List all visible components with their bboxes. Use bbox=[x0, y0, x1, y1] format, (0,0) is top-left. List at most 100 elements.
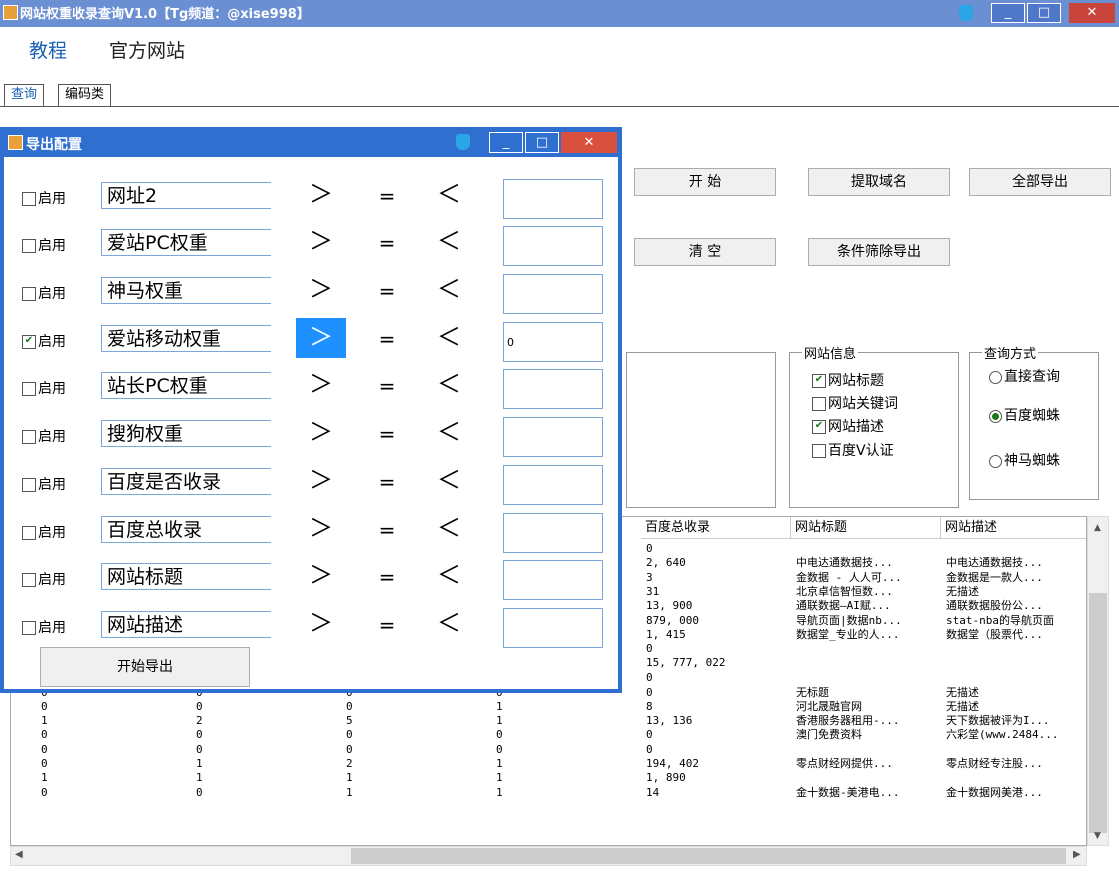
direct-query-radio[interactable]: 直接查询 bbox=[989, 366, 1060, 386]
equals-option[interactable]: = bbox=[377, 327, 397, 351]
table-row[interactable]: 0 0 1 1 14 金十数据-美港电... 金十数据网美港... bbox=[11, 786, 1086, 800]
greater-than-option[interactable]: ＞ bbox=[296, 175, 346, 215]
dialog-skin-icon[interactable] bbox=[456, 134, 470, 150]
domain-input-area[interactable] bbox=[626, 352, 776, 508]
filter-value-input[interactable]: 0 bbox=[503, 322, 603, 362]
less-than-option[interactable]: ＜ bbox=[424, 365, 474, 405]
scroll-up-icon[interactable]: ▲ bbox=[1094, 523, 1101, 533]
less-than-option[interactable]: ＜ bbox=[424, 222, 474, 262]
filter-value-input[interactable] bbox=[503, 560, 603, 600]
equals-option[interactable]: = bbox=[377, 518, 397, 542]
less-than-option[interactable]: ＜ bbox=[424, 509, 474, 549]
tab-query[interactable]: 查询 bbox=[4, 84, 45, 106]
dialog-minimize-button[interactable]: _ bbox=[489, 132, 523, 153]
col-header[interactable]: 网站描述 bbox=[941, 517, 1086, 539]
equals-option[interactable]: = bbox=[377, 231, 397, 255]
vertical-scrollbar[interactable]: ▲ ▼ bbox=[1087, 516, 1109, 846]
shenma-spider-radio[interactable]: 神马蜘蛛 bbox=[989, 450, 1060, 470]
table-row[interactable]: 0 1 2 1 194, 402 零点财经网提供... 零点财经专注股... bbox=[11, 757, 1086, 771]
table-cell: 0 bbox=[196, 699, 203, 713]
filter-value-input[interactable] bbox=[503, 274, 603, 314]
filter-enable-checkbox[interactable]: 启用 bbox=[22, 426, 66, 446]
table-cell: 8 bbox=[646, 699, 653, 713]
col-header[interactable]: 百度总收录 bbox=[641, 517, 791, 539]
greater-than-option[interactable]: ＞ bbox=[296, 509, 346, 549]
equals-option[interactable]: = bbox=[377, 279, 397, 303]
window-title: 网站权重收录查询V1.0【Tg频道：@xise998】 bbox=[20, 7, 310, 22]
filter-enable-checkbox[interactable]: 启用 bbox=[22, 522, 66, 542]
filter-enable-checkbox[interactable]: 启用 bbox=[22, 188, 66, 208]
maximize-button[interactable]: □ bbox=[1027, 3, 1061, 23]
greater-than-option[interactable]: ＞ bbox=[296, 413, 346, 453]
less-than-option[interactable]: ＜ bbox=[424, 413, 474, 453]
filter-value-input[interactable] bbox=[503, 226, 603, 266]
greater-than-option[interactable]: ＞ bbox=[296, 604, 346, 644]
filter-value-input[interactable] bbox=[503, 513, 603, 553]
filter-value-input[interactable] bbox=[503, 608, 603, 648]
skin-icon[interactable] bbox=[959, 5, 973, 21]
less-than-option[interactable]: ＜ bbox=[424, 461, 474, 501]
dialog-close-button[interactable]: ✕ bbox=[561, 132, 617, 153]
table-row[interactable]: 1 2 5 1 13, 136 香港服务器租用-... 天下数据被评为I... bbox=[11, 714, 1086, 728]
greater-than-option[interactable]: ＞ bbox=[296, 270, 346, 310]
col-header[interactable]: 网站标题 bbox=[791, 517, 941, 539]
menu-official-site[interactable]: 官方网站 bbox=[109, 36, 185, 63]
greater-than-option[interactable]: ＞ bbox=[296, 461, 346, 501]
equals-option[interactable]: = bbox=[377, 184, 397, 208]
scroll-thumb[interactable] bbox=[1089, 593, 1107, 833]
table-row[interactable]: 0 0 0 1 8 河北晟融官网 无描述 bbox=[11, 699, 1086, 714]
greater-than-option[interactable]: ＞ bbox=[296, 556, 346, 596]
baidu-v-checkbox[interactable]: 百度V认证 bbox=[812, 440, 894, 460]
filter-enable-checkbox[interactable]: 启用 bbox=[22, 235, 66, 255]
site-title-checkbox[interactable]: ✔ 网站标题 bbox=[812, 370, 884, 390]
table-row[interactable]: 0 0 0 0 0 bbox=[11, 743, 1086, 757]
tab-encoding[interactable]: 编码类 bbox=[58, 84, 112, 106]
filter-export-button[interactable]: 条件筛除导出 bbox=[808, 238, 950, 266]
table-row[interactable]: 0 0 0 0 0 澳门免费资料 六彩堂(www.2484... bbox=[11, 728, 1086, 742]
filter-value-input[interactable] bbox=[503, 179, 603, 219]
filter-enable-checkbox[interactable]: 启用 bbox=[22, 617, 66, 637]
greater-than-option[interactable]: ＞ bbox=[296, 365, 346, 405]
greater-than-option[interactable]: ＞ bbox=[296, 222, 346, 262]
start-button[interactable]: 开 始 bbox=[634, 168, 776, 196]
table-cell: 0 bbox=[41, 699, 48, 713]
menu-tutorial[interactable]: 教程 bbox=[29, 36, 67, 63]
filter-enable-checkbox[interactable]: 启用 bbox=[22, 283, 66, 303]
equals-option[interactable]: = bbox=[377, 422, 397, 446]
dialog-maximize-button[interactable]: □ bbox=[525, 132, 559, 153]
equals-option[interactable]: = bbox=[377, 470, 397, 494]
filter-enable-checkbox[interactable]: 启用 bbox=[22, 378, 66, 398]
table-row[interactable]: 1 1 1 1 1, 890 bbox=[11, 771, 1086, 785]
minimize-button[interactable]: _ bbox=[991, 3, 1025, 23]
filter-enable-checkbox[interactable]: 启用 bbox=[22, 569, 66, 589]
close-button[interactable]: ✕ bbox=[1069, 3, 1115, 23]
less-than-option[interactable]: ＜ bbox=[424, 270, 474, 310]
extract-domain-button[interactable]: 提取域名 bbox=[808, 168, 950, 196]
filter-value-input[interactable] bbox=[503, 417, 603, 457]
filter-value-input[interactable] bbox=[503, 465, 603, 505]
less-than-option[interactable]: ＜ bbox=[424, 175, 474, 215]
filter-enable-checkbox[interactable]: 启用 bbox=[22, 474, 66, 494]
table-cell: 天下数据被评为I... bbox=[946, 714, 1050, 728]
horizontal-scrollbar[interactable]: ◀ ▶ bbox=[10, 846, 1087, 866]
equals-option[interactable]: = bbox=[377, 613, 397, 637]
export-all-button[interactable]: 全部导出 bbox=[969, 168, 1111, 196]
less-than-option[interactable]: ＜ bbox=[424, 604, 474, 644]
start-export-button[interactable]: 开始导出 bbox=[40, 647, 250, 687]
table-cell: 0 bbox=[646, 685, 653, 699]
greater-than-option[interactable]: ＞ bbox=[296, 318, 346, 358]
less-than-option[interactable]: ＜ bbox=[424, 318, 474, 358]
equals-option[interactable]: = bbox=[377, 374, 397, 398]
filter-enable-checkbox[interactable]: ✔ 启用 bbox=[22, 331, 66, 351]
clear-button[interactable]: 清 空 bbox=[634, 238, 776, 266]
hscroll-thumb[interactable] bbox=[351, 848, 1066, 864]
scroll-down-icon[interactable]: ▼ bbox=[1094, 831, 1101, 841]
site-desc-checkbox[interactable]: ✔ 网站描述 bbox=[812, 416, 884, 436]
scroll-right-icon[interactable]: ▶ bbox=[1073, 849, 1081, 860]
equals-option[interactable]: = bbox=[377, 565, 397, 589]
baidu-spider-radio[interactable]: 百度蜘蛛 bbox=[989, 405, 1060, 425]
scroll-left-icon[interactable]: ◀ bbox=[15, 849, 23, 860]
less-than-option[interactable]: ＜ bbox=[424, 556, 474, 596]
site-keywords-checkbox[interactable]: 网站关键词 bbox=[812, 393, 898, 413]
filter-value-input[interactable] bbox=[503, 369, 603, 409]
